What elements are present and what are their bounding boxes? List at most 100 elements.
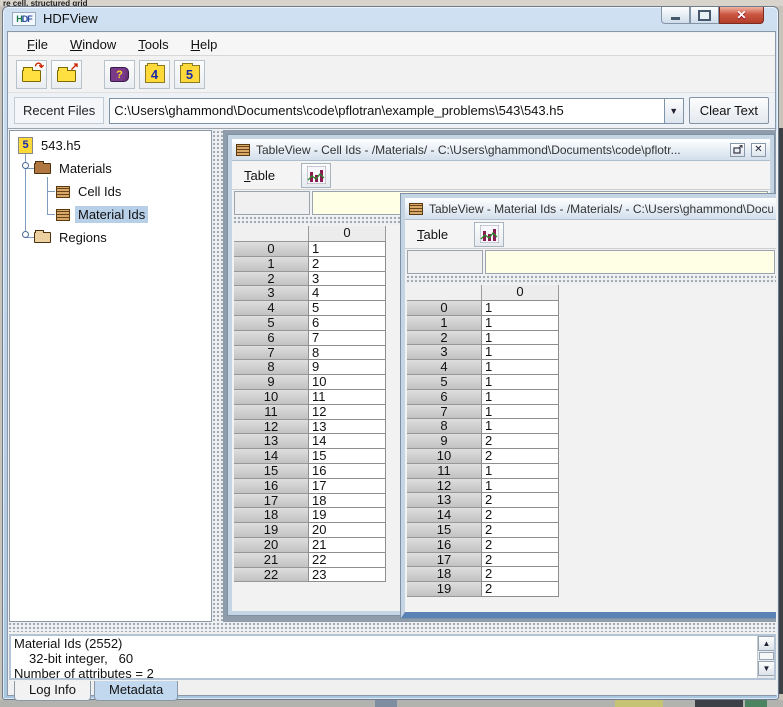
vertical-split-divider[interactable] [212,130,223,622]
table-cell[interactable]: 1 [308,241,386,257]
scroll-down-icon[interactable]: ▼ [758,661,775,676]
row-header[interactable]: 10 [407,448,482,464]
internal-close-button[interactable]: ✕ [751,143,766,157]
minimize-button[interactable] [661,7,690,24]
row-header[interactable]: 13 [234,433,309,449]
row-header[interactable]: 8 [407,418,482,434]
column-header[interactable]: 0 [481,285,559,301]
table-cell[interactable]: 1 [481,389,559,405]
table-cell[interactable]: 2 [481,566,559,582]
row-header[interactable]: 5 [234,315,309,331]
row-header[interactable]: 19 [234,522,309,538]
table-cell[interactable]: 16 [308,463,386,479]
row-header[interactable]: 16 [234,478,309,494]
table-cell[interactable]: 12 [308,404,386,420]
row-header[interactable]: 6 [407,389,482,405]
row-header[interactable]: 21 [234,552,309,568]
scroll-up-icon[interactable]: ▲ [758,636,775,651]
row-header[interactable]: 16 [407,537,482,553]
table-cell[interactable]: 10 [308,374,386,390]
table-cell[interactable]: 1 [481,330,559,346]
cell-reference-field[interactable] [407,250,483,274]
row-header[interactable]: 22 [234,567,309,583]
table-cell[interactable]: 18 [308,493,386,509]
chart-button[interactable] [301,163,331,188]
table-cell[interactable]: 1 [481,344,559,360]
table-cell[interactable]: 20 [308,522,386,538]
row-header[interactable]: 13 [407,492,482,508]
tree-item-material-ids[interactable]: Material Ids [56,204,148,225]
row-header[interactable]: 11 [407,463,482,479]
table-cell[interactable]: 1 [481,359,559,375]
row-header[interactable]: 12 [234,419,309,435]
table-cell[interactable]: 13 [308,419,386,435]
table-cell[interactable]: 4 [308,285,386,301]
tree-item-label[interactable]: Materials [56,160,115,177]
table-cell[interactable]: 1 [481,478,559,494]
row-header[interactable]: 9 [407,433,482,449]
menu-help[interactable]: Help [182,35,227,54]
row-header[interactable]: 1 [407,315,482,331]
tree-item-materials[interactable]: Materials [34,158,115,179]
table-cell[interactable]: 2 [481,537,559,553]
internal-frame-titlebar[interactable]: TableView - Material Ids - /Materials/ -… [405,198,776,220]
horizontal-split-divider[interactable] [8,622,777,632]
menu-tools[interactable]: Tools [129,35,177,54]
row-header[interactable]: 10 [234,389,309,405]
table-cell[interactable]: 2 [481,552,559,568]
table-cell[interactable]: 1 [481,404,559,420]
window-titlebar[interactable]: HDF HDFView ✕ [3,7,778,31]
restore-button[interactable] [730,143,745,157]
row-header[interactable]: 14 [407,507,482,523]
tree-item-label[interactable]: Cell Ids [75,183,124,200]
row-header[interactable]: 11 [234,404,309,420]
row-header[interactable]: 2 [407,330,482,346]
tree-item-cell-ids[interactable]: Cell Ids [56,181,124,202]
row-header[interactable]: 7 [407,404,482,420]
scrollbar-thumb[interactable] [759,652,774,660]
table-cell[interactable]: 2 [481,522,559,538]
table-cell[interactable]: 8 [308,345,386,361]
row-header[interactable]: 14 [234,448,309,464]
cell-reference-field[interactable] [234,191,310,215]
table-cell[interactable]: 7 [308,330,386,346]
table-cell[interactable]: 2 [308,256,386,272]
table-cell[interactable]: 1 [481,374,559,390]
table-cell[interactable]: 1 [481,418,559,434]
tree-expand-handle[interactable] [22,162,29,169]
table-cell[interactable]: 1 [481,463,559,479]
tree-item-regions[interactable]: Regions [34,227,110,248]
hdf4-button[interactable]: 4 [139,60,170,89]
column-header[interactable]: 0 [308,226,386,242]
row-header[interactable]: 0 [407,300,482,316]
row-header[interactable]: 12 [407,478,482,494]
table-cell[interactable]: 22 [308,552,386,568]
row-header[interactable]: 9 [234,374,309,390]
recent-files-path[interactable]: C:\Users\ghammond\Documents\code\pflotra… [110,103,663,118]
table-cell[interactable]: 15 [308,448,386,464]
help-button[interactable]: ? [104,60,135,89]
table-menu[interactable]: Table [413,225,452,244]
recent-files-combobox[interactable]: C:\Users\ghammond\Documents\code\pflotra… [109,98,683,124]
tree-item-file[interactable]: 5 543.h5 [18,135,84,156]
row-header[interactable]: 18 [234,507,309,523]
row-header[interactable]: 15 [407,522,482,538]
table-cell[interactable]: 14 [308,433,386,449]
table-cell[interactable]: 17 [308,478,386,494]
tree-expand-handle[interactable] [22,231,29,238]
row-header[interactable]: 17 [407,552,482,568]
cell-value-field[interactable] [485,250,775,274]
tree-item-label[interactable]: Regions [56,229,110,246]
tree-item-label[interactable]: Material Ids [75,206,148,223]
table-cell[interactable]: 2 [481,507,559,523]
tab-metadata[interactable]: Metadata [94,681,178,701]
table-cell[interactable]: 1 [481,300,559,316]
row-header[interactable]: 0 [234,241,309,257]
maximize-button[interactable] [690,7,719,24]
table-cell[interactable]: 5 [308,300,386,316]
row-header[interactable]: 15 [234,463,309,479]
row-header[interactable]: 20 [234,537,309,553]
new-file-button[interactable]: ↗ [51,60,82,89]
table-cell[interactable]: 21 [308,537,386,553]
table-cell[interactable]: 1 [481,315,559,331]
